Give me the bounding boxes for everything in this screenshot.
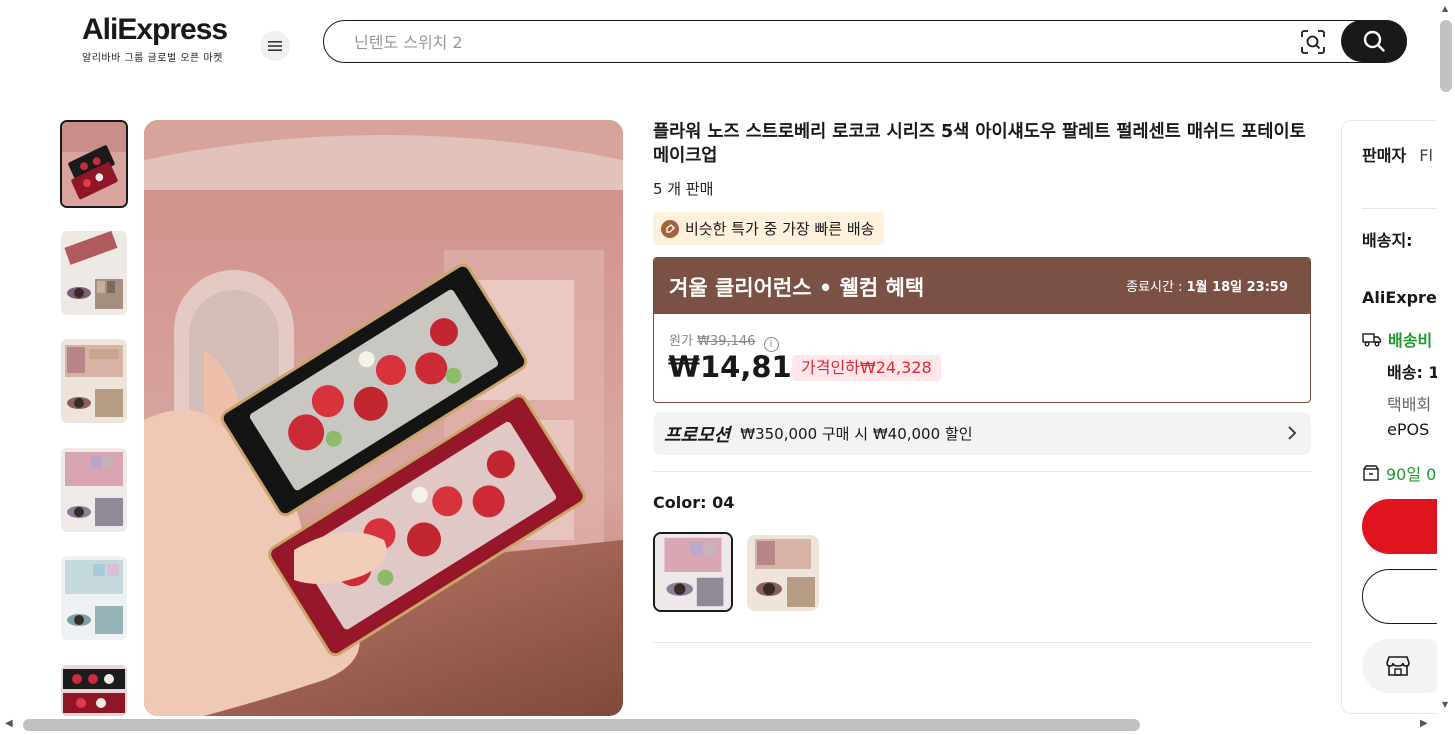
thumbnail-6[interactable]	[61, 665, 127, 716]
product-thumbnail-image	[61, 339, 127, 423]
sold-count: 5 개 판매	[653, 180, 714, 198]
vertical-scroll-thumb[interactable]	[1440, 20, 1452, 92]
fast-delivery-text: 비슷한 특가 중 가장 빠른 배송	[685, 220, 875, 238]
camera-icon	[1301, 30, 1325, 54]
shipping-fee: 배송비	[1388, 331, 1433, 350]
original-price: 원가 ₩39,146 i	[669, 330, 779, 352]
promotion-title: 프로모션	[664, 424, 731, 446]
search-button[interactable]	[1341, 20, 1407, 62]
product-thumbnail-image	[61, 231, 127, 315]
delivery-date: 배송: 1	[1387, 363, 1440, 382]
product-photo	[144, 120, 623, 716]
truck-icon	[1362, 333, 1382, 347]
seller-name[interactable]: Fl	[1419, 146, 1433, 165]
menu-icon	[268, 41, 282, 51]
sale-price-box: 겨울 클리어런스 • 웰컴 혜택 종료시간 :1월 18일 23:59 원가 ₩…	[653, 257, 1311, 403]
horizontal-scroll-thumb[interactable]	[23, 719, 1140, 731]
promotion-detail: ₩350,000 구매 시 ₩40,000 할인	[740, 425, 973, 443]
sale-end-label: 종료시간 :	[1126, 280, 1183, 295]
promotion-row[interactable]: 프로모션 ₩350,000 구매 시 ₩40,000 할인	[653, 412, 1311, 455]
logo-wordmark: AliExpress	[82, 13, 228, 46]
main-product-image[interactable]	[144, 120, 623, 716]
color-label: Color: 04	[653, 493, 735, 512]
divider	[653, 471, 1311, 472]
thumbnail-4[interactable]	[61, 448, 127, 532]
shipping-fee-row: 배송비	[1362, 327, 1432, 351]
original-price-label: 원가	[669, 334, 693, 349]
sale-banner: 겨울 클리어런스 • 웰컴 혜택 종료시간 :1월 18일 23:59	[654, 258, 1310, 314]
product-thumbnail-image	[62, 122, 126, 206]
discount-badge: 가격인하₩24,328	[792, 355, 941, 381]
product-thumbnail-image	[61, 448, 127, 532]
seller-label: 판매자	[1362, 146, 1407, 165]
return-row: 90일 0	[1362, 461, 1436, 485]
aliexpress-logo[interactable]: AliExpress 알리바바 그룹 글로벌 오픈 마켓	[82, 13, 228, 65]
sale-title: 겨울 클리어런스 • 웰컴 혜택	[669, 276, 925, 300]
scroll-left-arrow-icon[interactable]: ◀	[5, 718, 13, 729]
tag-icon	[661, 219, 679, 238]
thumbnail-2[interactable]	[61, 231, 127, 315]
scroll-down-arrow-icon[interactable]: ▼	[1442, 700, 1448, 709]
ship-to-label[interactable]: 배송지:	[1362, 227, 1413, 251]
courier-name: 택배회	[1387, 395, 1432, 414]
sale-end-value: 1월 18일 23:59	[1186, 280, 1289, 295]
seller-row: 판매자 Fl	[1362, 142, 1433, 166]
divider	[653, 642, 1311, 643]
sale-end-time: 종료시간 :1월 18일 23:59	[1126, 276, 1288, 295]
current-price: ₩14,818	[668, 350, 812, 384]
product-thumbnail-image	[61, 665, 127, 716]
product-title: 플라워 노즈 스트로베리 로코코 시리즈 5색 아이섀도우 팔레트 펄레센트 매…	[653, 122, 1306, 166]
epos-text: ePOS	[1387, 420, 1430, 439]
return-policy: 90일 0	[1386, 465, 1437, 484]
store-brand: AliExpres	[1362, 288, 1447, 307]
chevron-right-icon	[1287, 424, 1297, 445]
fast-delivery-badge: 비슷한 특가 중 가장 빠른 배송	[653, 212, 885, 245]
color-option-04[interactable]	[653, 532, 733, 612]
product-thumbnail-image	[61, 556, 127, 640]
thumbnail-1[interactable]	[60, 120, 128, 208]
vertical-scrollbar[interactable]	[1437, 0, 1455, 716]
search-bar	[323, 20, 1407, 63]
menu-button[interactable]	[260, 31, 290, 61]
color-option-03[interactable]	[747, 535, 819, 611]
color-swatch-image	[655, 534, 731, 610]
camera-search-button[interactable]	[1300, 29, 1326, 55]
logo-tagline: 알리바바 그룹 글로벌 오픈 마켓	[82, 53, 223, 64]
thumbnail-5[interactable]	[61, 556, 127, 640]
scroll-up-arrow-icon[interactable]: ▲	[1442, 4, 1448, 13]
color-swatch-image	[747, 535, 819, 611]
original-price-value: ₩39,146	[697, 334, 756, 349]
thumbnail-3[interactable]	[61, 339, 127, 423]
divider	[1362, 208, 1442, 209]
return-box-icon	[1363, 465, 1379, 481]
scroll-right-arrow-icon[interactable]: ▶	[1420, 718, 1428, 729]
search-input[interactable]	[352, 29, 1256, 55]
search-icon	[1363, 30, 1385, 52]
store-icon	[1386, 656, 1410, 676]
